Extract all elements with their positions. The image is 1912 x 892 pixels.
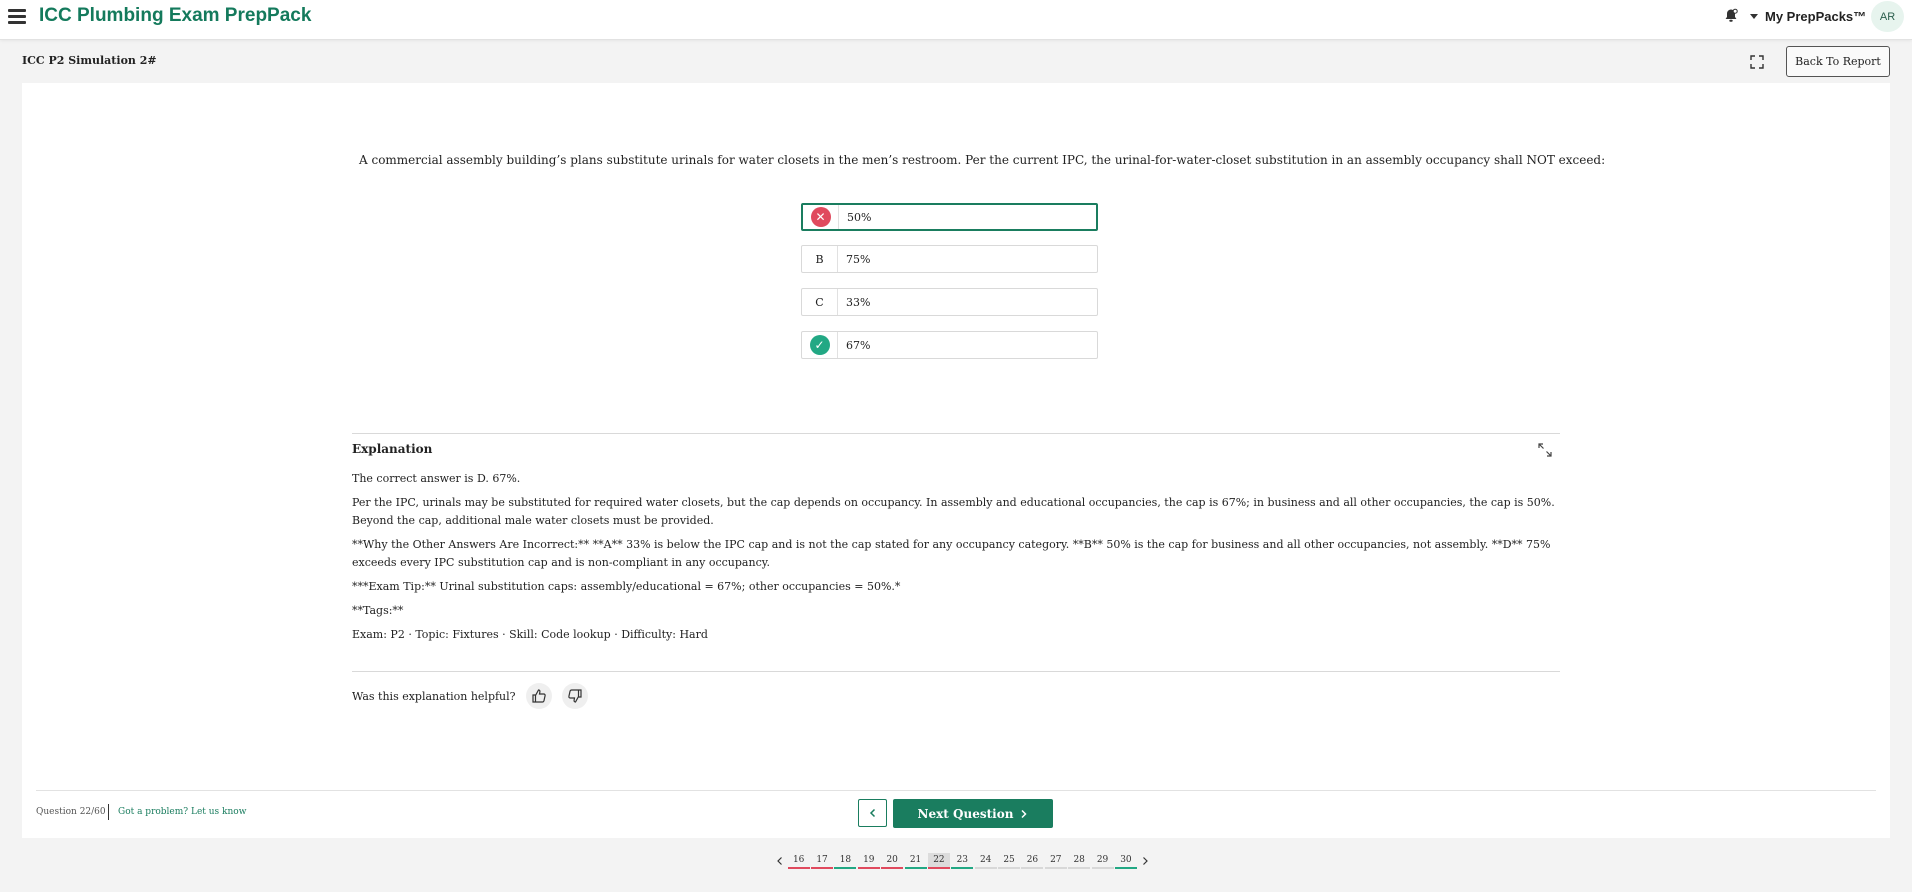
option-a-marker: ✕	[803, 205, 839, 229]
explanation-tags: Exam: P2 · Topic: Fixtures · Skill: Code…	[352, 628, 708, 641]
option-d-marker: ✓	[802, 332, 838, 358]
option-b-text: 75%	[846, 252, 871, 266]
option-c-text: 33%	[846, 295, 871, 309]
question-pagination: 16 17 18 19 20 21 22 23 24 25 26 27 28 29 30	[773, 852, 1152, 870]
pagination-page[interactable]: 25	[998, 853, 1021, 869]
pagination-page[interactable]: 20	[881, 853, 904, 869]
pagination-numbers: 16 17 18 19 20 21 22 23 24 25 26 27 28 29 30	[787, 853, 1138, 869]
explanation-incorrect-answers: **Why the Other Answers Are Incorrect:**…	[352, 538, 1551, 569]
wrong-answer-icon: ✕	[810, 207, 831, 227]
option-c-letter: C	[802, 289, 838, 315]
correct-answer-icon: ✓	[809, 335, 830, 355]
option-a-text: 50%	[847, 210, 872, 224]
explanation-exam-tip: ***Exam Tip:** Urinal substitution caps:…	[352, 580, 901, 593]
helpful-label: Was this explanation helpful?	[352, 689, 516, 703]
explanation-title: Explanation	[352, 442, 433, 456]
pagination-prev-icon[interactable]	[773, 852, 787, 870]
pagination-page[interactable]: 24	[974, 853, 997, 869]
back-to-report-button[interactable]: Back To Report	[1786, 46, 1890, 77]
next-question-button[interactable]: Next Question	[893, 799, 1053, 828]
expand-icon[interactable]	[1538, 443, 1552, 457]
my-preppacks-label: My PrepPacks™	[1765, 8, 1867, 24]
pagination-page[interactable]: 18	[834, 853, 857, 869]
pagination-page[interactable]: 28	[1068, 853, 1091, 869]
pagination-page[interactable]: 17	[811, 853, 834, 869]
thumbs-down-icon[interactable]	[561, 683, 588, 709]
explanation-answer: The correct answer is D. 67%.	[352, 472, 521, 485]
option-d[interactable]: ✓ 67%	[801, 331, 1098, 359]
pagination-page[interactable]: 30	[1114, 853, 1137, 869]
option-a[interactable]: ✕ 50%	[801, 203, 1098, 231]
pagination-next-icon[interactable]	[1138, 852, 1152, 870]
simulation-title: ICC P2 Simulation 2#	[22, 54, 157, 67]
explanation-body: The correct answer is D. 67%. Per the IP…	[352, 470, 1560, 650]
explanation-tags-label: **Tags:**	[352, 604, 404, 617]
explanation-paragraph: Per the IPC, urinals may be substituted …	[352, 496, 1555, 527]
caret-down-icon	[1750, 13, 1758, 19]
next-question-label: Next Question	[917, 806, 1014, 821]
explanation-divider-top	[352, 433, 1560, 434]
previous-question-button[interactable]	[858, 799, 887, 827]
pagination-page[interactable]: 26	[1021, 853, 1044, 869]
top-navbar: ICC Plumbing Exam PrepPack My PrepPacks™…	[0, 0, 1912, 40]
thumbs-up-icon[interactable]	[525, 683, 552, 709]
option-d-text: 67%	[846, 338, 871, 352]
footer-divider	[36, 790, 1876, 791]
avatar[interactable]: AR	[1871, 1, 1904, 32]
question-text: A commercial assembly building’s plans s…	[359, 153, 1606, 167]
option-b-letter: B	[802, 246, 838, 272]
option-b[interactable]: B 75%	[801, 245, 1098, 273]
helpful-feedback: Was this explanation helpful?	[352, 683, 588, 709]
pagination-page[interactable]: 29	[1091, 853, 1114, 869]
chevron-right-icon	[1021, 809, 1027, 818]
pagination-page[interactable]: 19	[857, 853, 880, 869]
question-card: A commercial assembly building’s plans s…	[22, 83, 1890, 838]
bell-icon[interactable]	[1722, 7, 1740, 25]
pagination-page[interactable]: 27	[1044, 853, 1067, 869]
question-counter: Question 22/60	[36, 807, 106, 817]
fullscreen-icon[interactable]	[1749, 54, 1765, 70]
pagination-page[interactable]: 21	[904, 853, 927, 869]
brand-title[interactable]: ICC Plumbing Exam PrepPack	[39, 5, 311, 27]
chevron-left-icon	[869, 808, 875, 818]
pagination-page[interactable]: 23	[951, 853, 974, 869]
hamburger-icon[interactable]	[8, 6, 26, 28]
report-problem-link[interactable]: Got a problem? Let us know	[118, 807, 246, 817]
explanation-divider-bottom	[352, 671, 1560, 672]
my-preppacks-menu[interactable]: My PrepPacks™	[1750, 6, 1866, 26]
footer-vertical-divider	[108, 804, 109, 820]
pagination-page[interactable]: 16	[787, 853, 810, 869]
option-c[interactable]: C 33%	[801, 288, 1098, 316]
pagination-page[interactable]: 22	[927, 853, 950, 869]
